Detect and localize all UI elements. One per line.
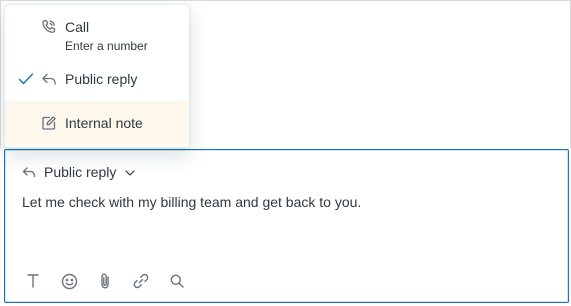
message-input[interactable]: Let me check with my billing team and ge… <box>22 193 542 211</box>
menu-item-call[interactable]: Call Enter a number <box>5 13 189 59</box>
menu-item-label: Call <box>65 19 90 35</box>
menu-item-public-reply[interactable]: Public reply <box>5 63 189 97</box>
note-edit-icon <box>41 115 57 131</box>
checkmark-icon <box>18 73 34 85</box>
attachment-icon[interactable] <box>95 271 115 291</box>
channel-label: Public reply <box>44 164 117 180</box>
reply-icon <box>22 167 36 178</box>
search-icon[interactable] <box>167 271 187 291</box>
channel-switcher[interactable]: Public reply <box>22 163 135 181</box>
composer-toolbar <box>23 271 203 291</box>
channel-menu: Call Enter a number Public reply Interna… <box>4 4 190 148</box>
menu-item-label: Public reply <box>65 71 138 87</box>
reply-icon <box>41 71 57 87</box>
emoji-icon[interactable] <box>59 271 79 291</box>
text-format-icon[interactable] <box>23 271 43 291</box>
phone-icon <box>41 19 57 35</box>
reply-composer[interactable]: Public reply Let me check with my billin… <box>4 149 569 303</box>
link-icon[interactable] <box>131 271 151 291</box>
menu-item-label: Internal note <box>65 115 143 131</box>
menu-item-internal-note[interactable]: Internal note <box>5 101 189 145</box>
menu-item-sublabel: Enter a number <box>65 39 148 53</box>
chevron-down-icon <box>125 169 135 176</box>
